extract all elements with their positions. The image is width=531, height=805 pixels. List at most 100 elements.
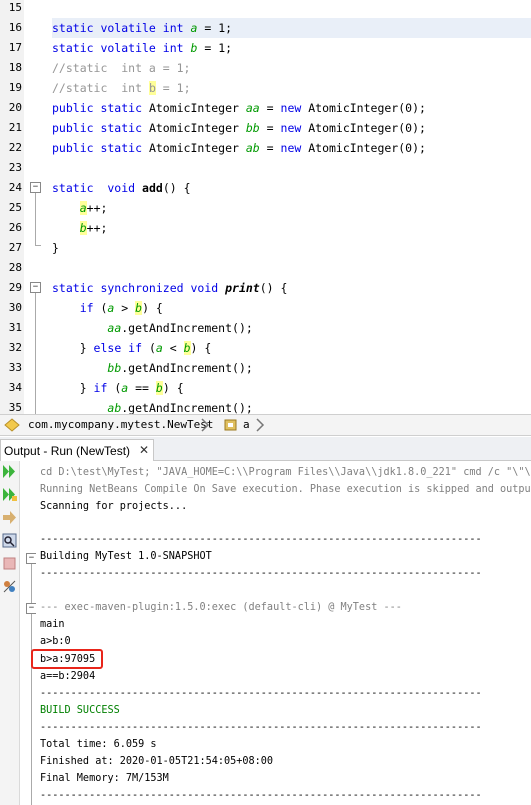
console-line: ----------------------------------------… <box>40 568 482 579</box>
breadcrumb-item-class[interactable]: com.mycompany.mytest.NewTest <box>28 418 213 432</box>
line-number: 35 <box>8 401 22 414</box>
stop-icon[interactable] <box>1 555 18 572</box>
code-comment: //static int b = 1; <box>52 81 191 95</box>
code-text: bb.getAndIncrement(); <box>107 361 253 375</box>
code-line[interactable]: 22 public static AtomicInteger ab = new … <box>0 138 531 158</box>
clear-icon[interactable] <box>1 578 18 595</box>
line-number: 21 <box>8 121 22 134</box>
line-number: 33 <box>8 361 22 374</box>
console-line: ----------------------------------------… <box>40 790 482 801</box>
console-line: Final Memory: 7M/153M <box>40 773 169 784</box>
console-line: ----------------------------------------… <box>40 534 482 545</box>
console-line: a>b:0 <box>40 636 71 647</box>
code-line[interactable]: 33 bb.getAndIncrement(); <box>0 358 531 378</box>
rerun-with-options-icon[interactable] <box>1 486 18 503</box>
line-number: 22 <box>8 141 22 154</box>
fold-guide-end <box>35 245 41 246</box>
code-text: static synchronized void print() { <box>52 281 288 295</box>
code-line[interactable]: 21 public static AtomicInteger bb = new … <box>0 118 531 138</box>
code-text: public static AtomicInteger bb = new Ato… <box>52 121 426 135</box>
code-text: ab.getAndIncrement(); <box>107 401 253 414</box>
code-line[interactable]: 34 } if (a == b) { <box>0 378 531 398</box>
chevron-right-icon[interactable] <box>255 418 265 432</box>
code-line[interactable]: 30 if (a > b) { <box>0 298 531 318</box>
console-line: ----------------------------------------… <box>40 722 482 733</box>
console-line: Finished at: 2020-01-05T21:54:05+08:00 <box>40 756 274 767</box>
line-number: 29 <box>8 281 22 294</box>
code-text: } <box>52 241 59 255</box>
code-text: if (a > b) { <box>79 301 163 315</box>
code-line[interactable]: 32 } else if (a < b) { <box>0 338 531 358</box>
line-number: 15 <box>8 1 22 14</box>
line-number: 28 <box>8 261 22 274</box>
breadcrumb-item-field[interactable]: a <box>243 418 250 432</box>
line-number: 30 <box>8 301 22 314</box>
close-icon[interactable]: ✕ <box>139 443 149 457</box>
code-line[interactable]: 31 aa.getAndIncrement(); <box>0 318 531 338</box>
line-number: 31 <box>8 321 22 334</box>
fold-collapse-icon[interactable]: − <box>30 182 41 193</box>
line-number: 27 <box>8 241 22 254</box>
code-text: public static AtomicInteger ab = new Ato… <box>52 141 426 155</box>
fold-guide <box>35 193 36 245</box>
console-line: --- exec-maven-plugin:1.5.0:exec (defaul… <box>40 602 402 613</box>
console-line: cd D:\test\MyTest; "JAVA_HOME=C:\\Progra… <box>40 467 531 478</box>
code-text: static volatile int a = 1; <box>52 18 531 38</box>
code-text: b++; <box>79 221 108 235</box>
code-line[interactable]: 15 <box>0 0 531 18</box>
fold-guide <box>31 614 32 805</box>
output-fold-gutter <box>20 461 36 805</box>
tab-title: Output - Run (NewTest) <box>4 444 131 458</box>
console-line: main <box>40 619 65 630</box>
console-line: a==b:2904 <box>40 671 96 682</box>
line-number: 19 <box>8 81 22 94</box>
code-line[interactable]: 29 static synchronized void print() { <box>0 278 531 298</box>
console-line: Total time: 6.059 s <box>40 739 157 750</box>
line-number: 24 <box>8 181 22 194</box>
code-line[interactable]: 28 <box>0 258 531 278</box>
output-console[interactable]: cd D:\test\MyTest; "JAVA_HOME=C:\\Progra… <box>36 461 531 805</box>
line-number: 16 <box>8 21 22 34</box>
line-number: 23 <box>8 161 22 174</box>
code-text: } else if (a < b) { <box>52 341 212 355</box>
line-number: 17 <box>8 41 22 54</box>
code-line[interactable]: 18 //static int a = 1; <box>0 58 531 78</box>
output-toolbar <box>0 461 20 805</box>
rerun-icon[interactable] <box>1 463 18 480</box>
console-line: ----------------------------------------… <box>40 688 482 699</box>
output-tab-bar: Output - Run (NewTest) ✕ <box>0 437 531 461</box>
code-line[interactable]: 20 public static AtomicInteger aa = new … <box>0 98 531 118</box>
code-editor[interactable]: 15 16 static volatile int a = 1; 17 stat… <box>0 0 531 414</box>
line-number: 26 <box>8 221 22 234</box>
code-line[interactable]: 25 a++; <box>0 198 531 218</box>
code-line[interactable]: 27 } <box>0 238 531 258</box>
line-number: 20 <box>8 101 22 114</box>
code-text: } if (a == b) { <box>52 381 184 395</box>
code-line[interactable]: 17 static volatile int b = 1; <box>0 38 531 58</box>
fold-guide <box>35 293 36 414</box>
line-number: 25 <box>8 201 22 214</box>
breadcrumb: com.mycompany.mytest.NewTest a <box>0 414 531 436</box>
chevron-right-icon[interactable] <box>200 418 210 432</box>
code-line[interactable]: 35 ab.getAndIncrement(); <box>0 398 531 414</box>
fold-guide <box>31 564 32 604</box>
code-line[interactable]: 19 //static int b = 1; <box>0 78 531 98</box>
console-line: Scanning for projects... <box>40 501 188 512</box>
code-text: public static AtomicInteger aa = new Ato… <box>52 101 426 115</box>
field-icon <box>224 419 237 431</box>
line-number: 34 <box>8 381 22 394</box>
build-success-text: BUILD SUCCESS <box>40 705 120 716</box>
settings-icon[interactable] <box>1 532 18 549</box>
tab-output-run[interactable]: Output - Run (NewTest) ✕ <box>0 439 154 461</box>
console-line: Building MyTest 1.0-SNAPSHOT <box>40 551 212 562</box>
code-line-current[interactable]: 16 static volatile int a = 1; <box>0 18 531 38</box>
fold-collapse-icon[interactable]: − <box>30 282 41 293</box>
code-line[interactable]: 26 b++; <box>0 218 531 238</box>
step-icon[interactable] <box>1 509 18 526</box>
code-comment: //static int a = 1; <box>52 61 191 75</box>
code-line[interactable]: 24 static void add() { <box>0 178 531 198</box>
line-number: 18 <box>8 61 22 74</box>
code-line[interactable]: 23 <box>0 158 531 178</box>
console-line: Running NetBeans Compile On Save executi… <box>40 484 531 495</box>
